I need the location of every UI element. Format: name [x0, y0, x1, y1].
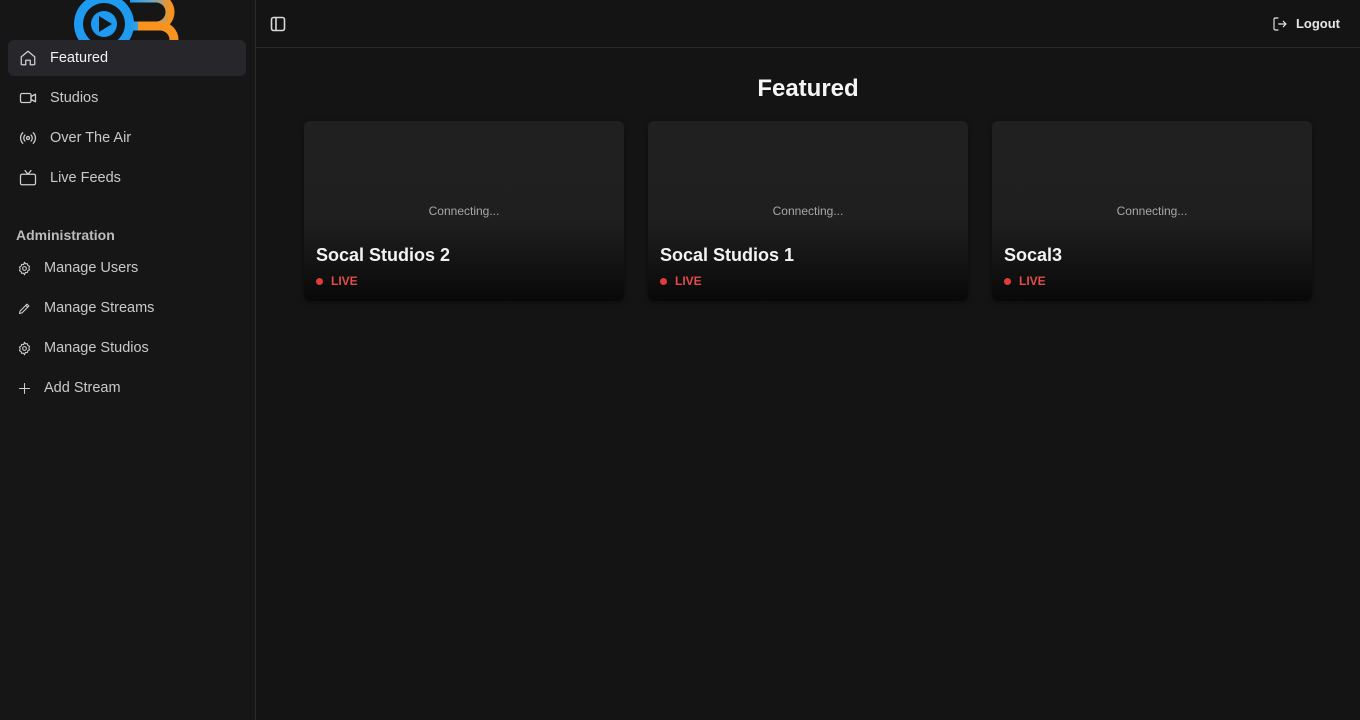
- live-dot-icon: [316, 277, 323, 285]
- connection-status: Connecting...: [1116, 204, 1188, 218]
- sidebar-item-label: Over The Air: [50, 130, 132, 146]
- stream-card[interactable]: Connecting... Socal3 LIVE: [992, 121, 1312, 301]
- live-label: LIVE: [675, 274, 702, 288]
- page-title: Featured: [757, 75, 859, 102]
- sidebar-item-label: Add Stream: [44, 380, 121, 396]
- radio-broadcast-icon: [18, 128, 38, 148]
- featured-grid: Connecting... Socal Studios 2 LIVE Conne…: [304, 121, 1312, 301]
- live-dot-icon: [660, 277, 667, 285]
- panel-left-icon: [270, 16, 286, 31]
- sidebar-item-manage-studios[interactable]: Manage Studios: [8, 330, 246, 366]
- logout-button[interactable]: Logout: [1272, 16, 1340, 32]
- stream-card[interactable]: Connecting... Socal Studios 1 LIVE: [648, 121, 968, 301]
- logout-icon: [1273, 16, 1287, 31]
- connection-status: Connecting...: [772, 204, 844, 218]
- stream-title: Socal Studios 1: [660, 245, 795, 265]
- gear-icon: [16, 260, 32, 276]
- sidebar-item-label: Studios: [50, 90, 99, 106]
- admin-section-label: Administration: [16, 227, 115, 243]
- live-label: LIVE: [1019, 274, 1046, 288]
- live-dot-icon: [1004, 277, 1011, 285]
- plus-icon: [16, 380, 32, 396]
- video-camera-icon: [18, 88, 38, 108]
- sidebar-item-manage-users[interactable]: Manage Users: [8, 250, 246, 286]
- sidebar-item-label: Manage Studios: [44, 340, 149, 356]
- live-badge: LIVE: [660, 274, 702, 288]
- live-badge: LIVE: [1004, 274, 1046, 288]
- sidebar-item-studios[interactable]: Studios: [8, 80, 246, 116]
- sidebar-item-manage-streams[interactable]: Manage Streams: [8, 290, 246, 326]
- sidebar-item-label: Manage Streams: [44, 300, 155, 316]
- top-bar: Logout: [256, 0, 1360, 48]
- logout-label: Logout: [1295, 16, 1340, 31]
- live-badge: LIVE: [316, 274, 358, 288]
- sidebar-item-featured[interactable]: Featured: [8, 40, 246, 76]
- sidebar: Featured Studios Over The Air Live Feeds: [0, 0, 256, 720]
- home-icon: [18, 48, 38, 68]
- primary-nav: Featured Studios Over The Air Live Feeds: [8, 40, 246, 200]
- sidebar-item-label: Manage Users: [44, 260, 139, 276]
- tv-icon: [18, 168, 38, 188]
- app-root: Featured Studios Over The Air Live Feeds: [0, 0, 1360, 720]
- sidebar-item-label: Live Feeds: [50, 170, 121, 186]
- brand-logo[interactable]: [68, 0, 188, 40]
- pencil-icon: [16, 300, 32, 316]
- stream-title: Socal Studios 2: [316, 245, 451, 265]
- sidebar-item-live-feeds[interactable]: Live Feeds: [8, 160, 246, 196]
- gear-icon: [16, 340, 32, 356]
- sidebar-item-over-the-air[interactable]: Over The Air: [8, 120, 246, 156]
- admin-nav: Manage Users Manage Streams Manage Studi…: [8, 250, 246, 410]
- sidebar-item-label: Featured: [50, 50, 109, 66]
- stream-title: Socal3: [1004, 245, 1063, 265]
- live-label: LIVE: [331, 274, 358, 288]
- sidebar-item-add-stream[interactable]: Add Stream: [8, 370, 246, 406]
- stream-card[interactable]: Connecting... Socal Studios 2 LIVE: [304, 121, 624, 301]
- main-content: Logout Featured Connecting... Socal Stud…: [256, 0, 1360, 720]
- connection-status: Connecting...: [428, 204, 500, 218]
- sidebar-toggle-button[interactable]: [270, 16, 286, 32]
